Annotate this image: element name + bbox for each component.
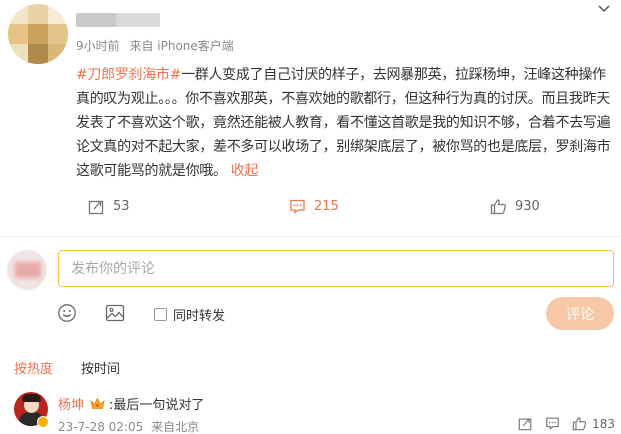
post-body-text: 一群人变成了自己讨厌的样子，去网暴那英，拉踩杨坤，汪峰这种操作真的叹为观止。。。… [76, 67, 611, 179]
comment-icon [546, 417, 559, 431]
repost-together-label: 同时转发 [173, 309, 226, 324]
comment-text: :最后一句说对了 [109, 398, 205, 413]
comment-like-count: 183 [592, 416, 615, 431]
comment-meta: 23-7-28 02:05 来自北京 [58, 418, 199, 434]
collapse-link[interactable]: 收起 [231, 163, 259, 179]
comment-button[interactable]: 215 [289, 198, 339, 215]
post-actions: 53 215 930 [0, 198, 621, 220]
post-meta: 9小时前 来自 iPhone客户端 [76, 37, 234, 54]
like-count: 930 [515, 199, 540, 214]
comment-input[interactable] [58, 250, 614, 287]
chevron-down-icon[interactable] [597, 2, 611, 16]
emoji-icon[interactable] [57, 303, 77, 323]
post-author-name-redacted-part [76, 13, 116, 27]
tab-sort-time[interactable]: 按时间 [81, 358, 120, 377]
comment-date: 23-7-28 02:05 [58, 420, 144, 434]
repost-together-option[interactable]: 同时转发 [154, 305, 225, 324]
comment-item: 杨坤 :最后一句说对了 23-7-28 02:05 来自北京 183 [0, 392, 621, 434]
like-button[interactable]: 930 [490, 198, 540, 215]
comment-location: 来自北京 [151, 420, 200, 434]
comment-reply-button[interactable] [545, 416, 560, 431]
submit-comment-button[interactable]: 评论 [546, 297, 614, 330]
repost-icon [88, 200, 104, 215]
section-divider [0, 236, 621, 237]
comment-repost-button[interactable] [518, 416, 533, 431]
comment-icon [290, 199, 305, 214]
comment-line: 杨坤 :最后一句说对了 [58, 394, 204, 413]
composer-tools [0, 303, 621, 325]
tab-sort-hot[interactable]: 按热度 [14, 358, 53, 377]
repost-together-checkbox[interactable] [154, 308, 167, 321]
post-hashtag-link[interactable]: #刀郎罗刹海市# [76, 67, 181, 83]
post-source: 来自 iPhone客户端 [129, 39, 234, 53]
thumbs-up-icon [490, 199, 506, 215]
repost-button[interactable]: 53 [88, 198, 130, 215]
comment-like-button[interactable]: 183 [572, 416, 615, 431]
comment-sort-tabs: 按热度 按时间 [14, 358, 148, 377]
comment-actions: 183 [506, 416, 615, 431]
comment-count: 215 [314, 199, 339, 214]
commenter-name[interactable]: 杨坤 [58, 394, 84, 413]
image-icon[interactable] [105, 303, 125, 323]
post-author-avatar[interactable] [8, 4, 68, 64]
crown-badge-icon [90, 397, 105, 410]
repost-icon [518, 418, 532, 431]
thumbs-up-icon [572, 417, 587, 431]
repost-count: 53 [113, 199, 130, 214]
post-time: 9小时前 [76, 39, 120, 53]
post-text: #刀郎罗刹海市#一群人变成了自己讨厌的样子，去网暴那英，拉踩杨坤，汪峰这种操作真… [76, 63, 616, 183]
current-user-avatar[interactable] [7, 250, 47, 290]
verified-badge-icon [37, 416, 49, 428]
